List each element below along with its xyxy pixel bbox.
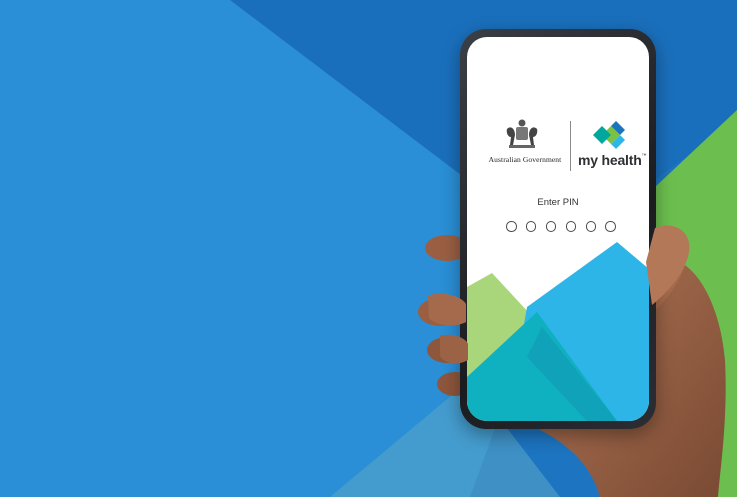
pin-digit-6 (605, 221, 616, 232)
pin-digit-1 (506, 221, 517, 232)
my-health-logo-icon (593, 121, 625, 149)
logo-divider (570, 121, 571, 171)
smartphone: Australian Government my health™ Enter P… (460, 29, 656, 429)
pin-digit-4 (565, 221, 577, 232)
pin-digit-2 (525, 221, 537, 232)
promo-banner: Australian Government my health™ Enter P… (0, 0, 737, 497)
trademark-mark: ™ (641, 153, 647, 159)
logo-row: Australian Government my health™ (467, 117, 649, 177)
app-name-text: my health (578, 152, 642, 168)
pin-digit-3 (545, 221, 557, 232)
pin-input[interactable] (506, 221, 616, 233)
app-screen: Australian Government my health™ Enter P… (467, 37, 649, 421)
coat-of-arms-icon (506, 119, 538, 148)
pin-digit-5 (585, 221, 597, 232)
pin-prompt: Enter PIN (537, 197, 579, 208)
government-label: Australian Government (488, 155, 562, 164)
app-name: my health™ (578, 152, 647, 168)
